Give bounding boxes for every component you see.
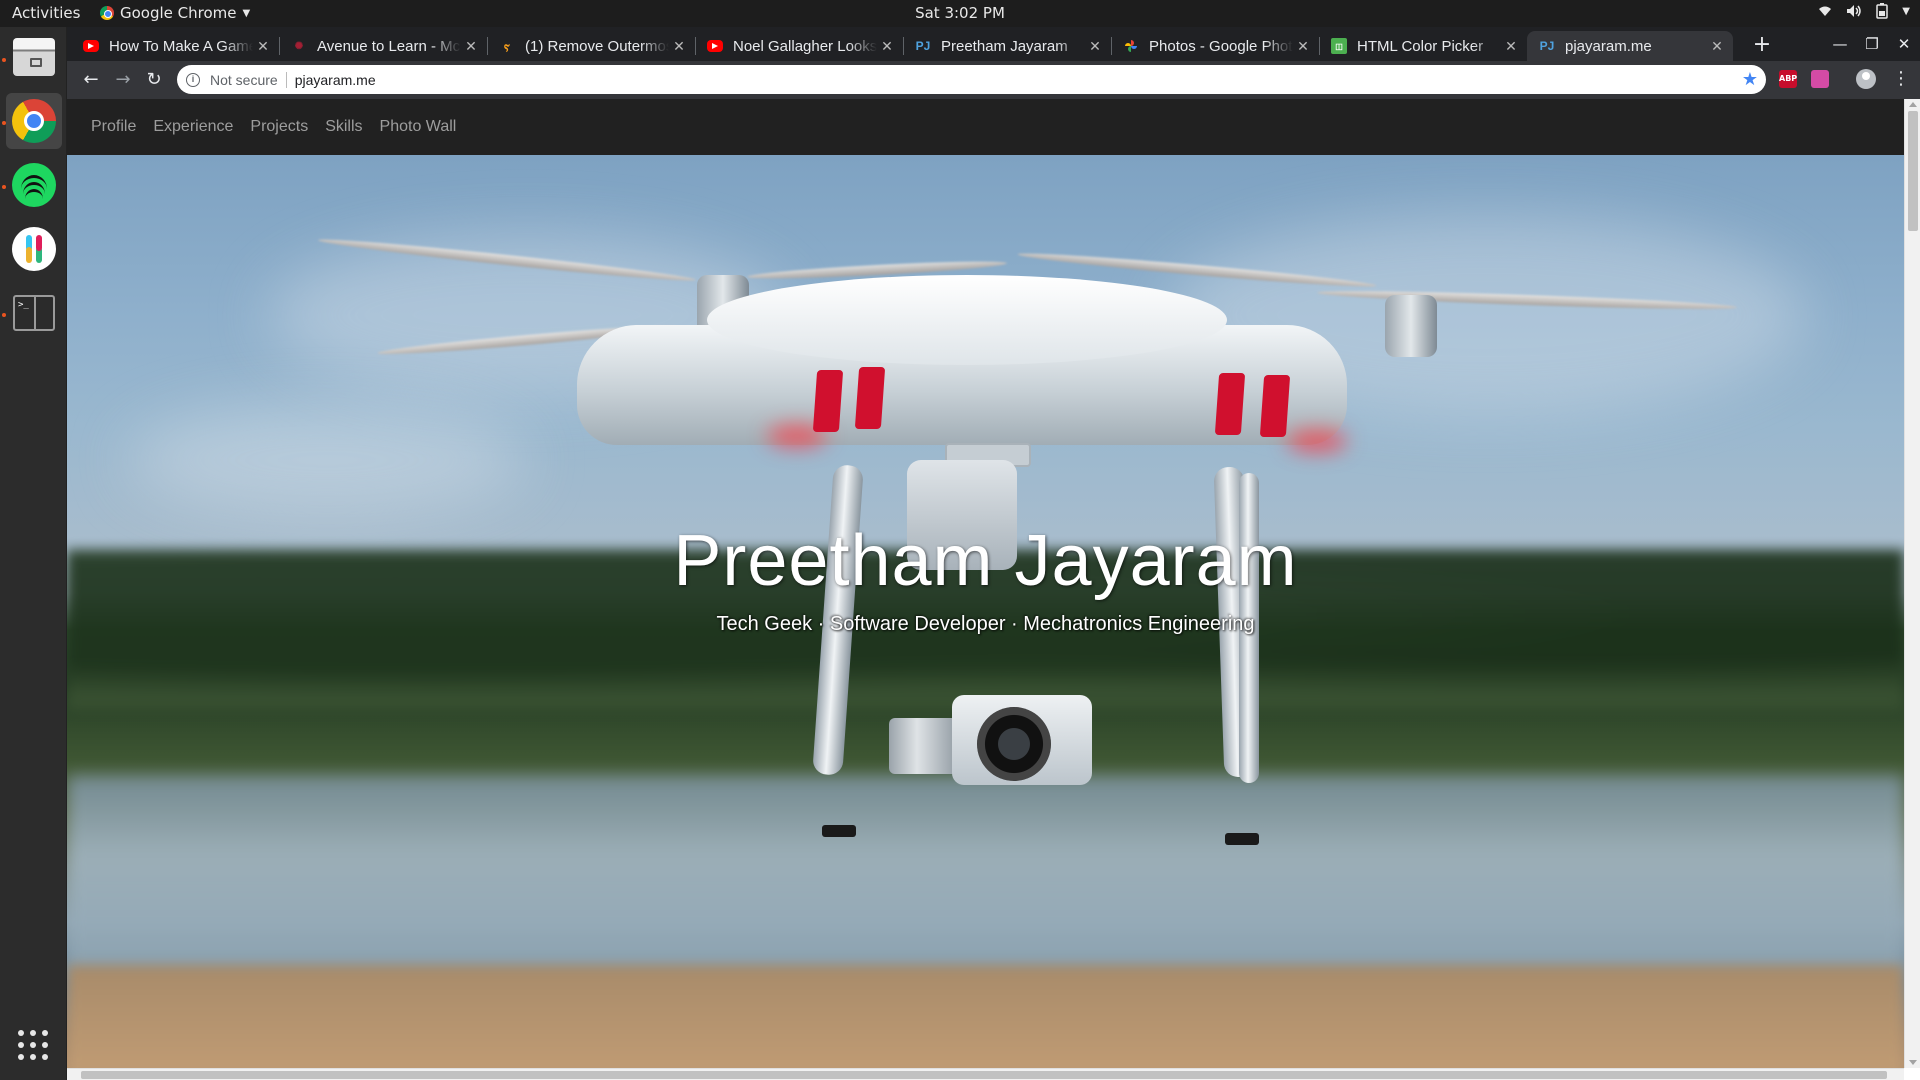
youtube-icon — [83, 40, 99, 52]
forward-button[interactable]: → — [112, 69, 134, 91]
bookmark-star-icon[interactable]: ★ — [1742, 69, 1758, 90]
chevron-down-icon: ▼ — [242, 7, 251, 19]
system-tray[interactable]: ▼ — [1818, 3, 1910, 19]
tab-title: pjayaram.me — [1565, 37, 1652, 55]
nav-link-skills[interactable]: Skills — [325, 118, 362, 136]
close-icon[interactable]: ✕ — [669, 38, 689, 55]
hero-text: Preetham Jayaram Tech Geek · Software De… — [67, 155, 1904, 1068]
menu-icon[interactable]: ⋮ — [1892, 68, 1910, 89]
clock[interactable]: Sat 3:02 PM — [915, 4, 1005, 22]
nav-link-profile[interactable]: Profile — [91, 118, 136, 136]
google-photos-icon — [1123, 38, 1139, 54]
close-icon[interactable]: ✕ — [877, 38, 897, 55]
tab[interactable]: How To Make A Game ✕ — [71, 31, 280, 61]
nav-link-photo-wall[interactable]: Photo Wall — [380, 118, 457, 136]
info-icon[interactable]: i — [186, 72, 200, 87]
hero-section: Preetham Jayaram Tech Geek · Software De… — [67, 155, 1904, 1068]
close-icon[interactable]: ✕ — [1501, 38, 1521, 55]
site-navbar: Profile Experience Projects Skills Photo… — [67, 99, 1904, 155]
divider — [285, 71, 287, 88]
profile-avatar[interactable] — [1856, 69, 1876, 89]
scroll-up-arrow[interactable] — [1909, 102, 1917, 107]
back-button[interactable]: ← — [80, 69, 102, 91]
maximize-icon[interactable]: ❐ — [1856, 35, 1888, 53]
tab[interactable]: Photos - Google Photos ✕ — [1111, 31, 1320, 61]
tab-title: (1) Remove Outermost — [525, 37, 669, 55]
new-tab-button[interactable]: + — [1749, 33, 1775, 59]
battery-icon — [1876, 3, 1889, 19]
nav-link-projects[interactable]: Projects — [250, 118, 308, 136]
tab-title: HTML Color Picker — [1357, 37, 1484, 55]
close-icon[interactable]: ✕ — [1707, 38, 1727, 55]
activities-button[interactable]: Activities — [12, 4, 80, 22]
avenue-icon: ✺ — [294, 40, 304, 52]
tab[interactable]: Noel Gallagher Looks ✕ — [695, 31, 904, 61]
tab-active[interactable]: PJ pjayaram.me ✕ — [1527, 31, 1733, 61]
chevron-down-icon: ▼ — [1902, 5, 1910, 17]
dock — [0, 27, 67, 1080]
chrome-icon — [100, 6, 114, 20]
page-viewport: Preetham Jayaram Tech Geek · Software De… — [67, 99, 1904, 1068]
spotify-icon — [12, 163, 56, 207]
browser-window: How To Make A Game ✕ ✺ Avenue to Learn -… — [67, 27, 1920, 1080]
tab-title: Avenue to Learn - Mc — [317, 37, 461, 55]
dock-terminal[interactable] — [6, 285, 62, 341]
scrollbar-thumb[interactable] — [1908, 111, 1918, 231]
scrollbar-thumb[interactable] — [81, 1071, 1887, 1079]
url-text[interactable]: pjayaram.me — [295, 72, 1742, 88]
slack-icon — [12, 227, 56, 271]
tab-strip: How To Make A Game ✕ ✺ Avenue to Learn -… — [67, 27, 1920, 61]
tab[interactable]: ◫ HTML Color Picker ✕ — [1319, 31, 1527, 61]
tab[interactable]: PJ Preetham Jayaram ✕ — [903, 31, 1112, 61]
dock-spotify[interactable] — [6, 157, 62, 213]
reload-button[interactable]: ↻ — [143, 69, 165, 91]
close-icon[interactable]: ✕ — [1085, 38, 1105, 55]
app-menu[interactable]: Google Chrome ▼ — [100, 4, 250, 22]
show-applications-icon[interactable] — [18, 1030, 48, 1060]
tab[interactable]: ✺ Avenue to Learn - Mc ✕ — [279, 31, 488, 61]
system-top-bar: Activities Google Chrome ▼ Sat 3:02 PM ▼ — [0, 0, 1920, 27]
dock-chrome[interactable] — [6, 93, 62, 149]
close-icon[interactable]: ✕ — [253, 38, 273, 55]
tab-title: Noel Gallagher Looks — [733, 37, 877, 55]
chrome-icon — [12, 99, 56, 143]
close-window-icon[interactable]: ✕ — [1888, 35, 1920, 53]
app-menu-label: Google Chrome — [120, 4, 237, 22]
tab-title: Photos - Google Photos — [1149, 37, 1293, 55]
extension-icon[interactable] — [1811, 70, 1829, 88]
tab-title: Preetham Jayaram — [941, 37, 1068, 55]
dock-files[interactable] — [6, 29, 62, 85]
minimize-icon[interactable]: — — [1824, 35, 1856, 53]
security-label[interactable]: Not secure — [210, 72, 278, 88]
youtube-icon — [707, 40, 723, 52]
pj-icon: PJ — [1539, 39, 1555, 53]
window-controls: — ❐ ✕ — [1824, 27, 1920, 61]
address-bar[interactable]: i Not secure pjayaram.me ★ — [177, 65, 1766, 94]
horizontal-scrollbar[interactable] — [67, 1068, 1904, 1080]
color-picker-icon: ◫ — [1331, 38, 1347, 54]
wifi-icon — [1819, 6, 1832, 16]
volume-icon — [1847, 5, 1862, 17]
close-icon[interactable]: ✕ — [461, 38, 481, 55]
dock-slack[interactable] — [6, 221, 62, 277]
tab[interactable]: ⲋ (1) Remove Outermost ✕ — [487, 31, 696, 61]
adblock-extension-icon[interactable]: ABP — [1779, 70, 1797, 88]
tab-title: How To Make A Game — [109, 37, 253, 55]
leetcode-icon: ⲋ — [504, 37, 510, 54]
vertical-scrollbar[interactable] — [1904, 99, 1920, 1068]
files-icon — [13, 38, 55, 76]
hero-subtitle: Tech Geek · Software Developer · Mechatr… — [716, 613, 1255, 635]
nav-link-experience[interactable]: Experience — [153, 118, 233, 136]
browser-toolbar: ← → ↻ i Not secure pjayaram.me ★ ABP ⋮ — [67, 61, 1920, 99]
hero-title: Preetham Jayaram — [673, 521, 1298, 601]
terminal-icon — [13, 295, 55, 331]
close-icon[interactable]: ✕ — [1293, 38, 1313, 55]
pj-icon: PJ — [915, 39, 931, 53]
scroll-down-arrow[interactable] — [1909, 1060, 1917, 1065]
